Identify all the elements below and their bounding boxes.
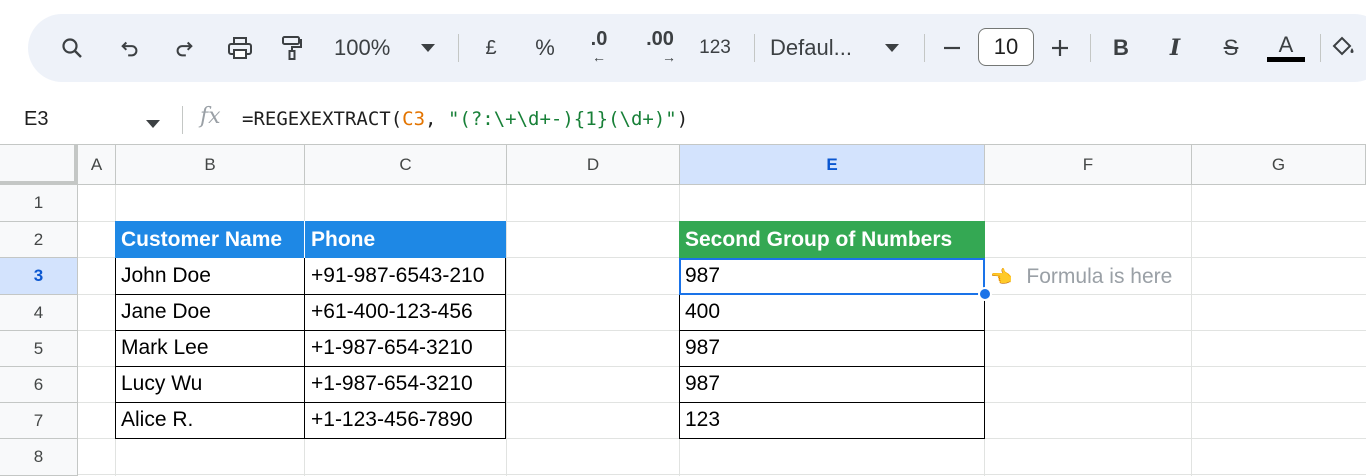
- column-header-a[interactable]: A: [78, 145, 116, 185]
- name-box[interactable]: E3: [24, 108, 48, 131]
- row-header-5[interactable]: 5: [0, 331, 78, 367]
- table1-border: [115, 258, 506, 439]
- text-color-swatch: [1267, 56, 1305, 62]
- toolbar-divider: [754, 34, 755, 62]
- text-color-label: A: [1278, 31, 1294, 57]
- formula-cell-ref: C3: [402, 108, 426, 130]
- italic-button[interactable]: I: [1160, 28, 1190, 68]
- formula-string: "(?:\+\d+-){1}(\d+)": [447, 108, 677, 130]
- increase-decimals-button[interactable]: .00 →: [638, 28, 682, 68]
- toolbar: 100% £ % .0 ← .00 → 123 Defaul... B I S …: [28, 14, 1366, 82]
- font-size-input[interactable]: 10: [978, 28, 1034, 66]
- grid-line: [506, 185, 507, 476]
- redo-icon[interactable]: [164, 28, 204, 68]
- minus-icon[interactable]: [932, 28, 972, 68]
- currency-button[interactable]: £: [478, 28, 504, 68]
- table1-border: [115, 330, 506, 331]
- row-header-7[interactable]: 7: [0, 403, 78, 439]
- number-format-button[interactable]: 123: [692, 28, 738, 68]
- fx-icon: fx: [200, 104, 221, 129]
- search-icon[interactable]: [52, 28, 92, 68]
- row-header-8[interactable]: 8: [0, 439, 78, 476]
- paint-format-icon[interactable]: [272, 28, 312, 68]
- arrow-left-icon: ←: [592, 49, 606, 65]
- bold-button[interactable]: B: [1106, 28, 1136, 68]
- strikethrough-button[interactable]: S: [1216, 28, 1246, 68]
- grid-line: [78, 474, 1366, 475]
- toolbar-divider: [458, 34, 459, 62]
- formula-close: ): [676, 108, 689, 130]
- table1-border: [304, 258, 305, 439]
- decrease-decimals-button[interactable]: .0 ←: [582, 28, 616, 68]
- table1-border: [115, 402, 506, 403]
- row-header-2[interactable]: 2: [0, 222, 78, 258]
- plus-icon[interactable]: [1040, 28, 1080, 68]
- sheet-grid: A B C D E F G 1 2 3 4 5 6 7 8 Customer N…: [0, 145, 1366, 476]
- decrease-decimals-label: .0: [590, 28, 608, 50]
- toolbar-divider: [1090, 34, 1091, 62]
- column-header-e[interactable]: E: [680, 145, 985, 185]
- chevron-down-icon[interactable]: [880, 28, 904, 68]
- toolbar-divider: [924, 34, 925, 62]
- formula-separator: ,: [425, 108, 448, 130]
- active-cell-selection[interactable]: [679, 258, 985, 295]
- toolbar-divider: [1320, 34, 1321, 62]
- print-icon[interactable]: [220, 28, 260, 68]
- increase-decimals-label: .00: [646, 28, 674, 50]
- table-header-customer-name[interactable]: Customer Name: [115, 221, 305, 258]
- row-header-6[interactable]: 6: [0, 367, 78, 403]
- font-family-value: Defaul...: [770, 35, 852, 60]
- pointing-hand-icon: 👈: [990, 266, 1013, 287]
- table1-border: [115, 294, 506, 295]
- column-header-b[interactable]: B: [116, 145, 305, 185]
- table2-border: [679, 366, 985, 367]
- select-all-corner[interactable]: [0, 145, 78, 185]
- zoom-value: 100%: [334, 35, 391, 60]
- formula-bar: E3 fx =REGEXEXTRACT(C3, "(?:\+\d+-){1}(\…: [0, 96, 1366, 145]
- formula-bar-divider: [182, 106, 183, 134]
- arrow-right-icon: →: [662, 49, 676, 65]
- column-header-d[interactable]: D: [507, 145, 680, 185]
- fill-color-icon[interactable]: [1330, 28, 1360, 68]
- chevron-down-icon[interactable]: [146, 115, 160, 133]
- table2-border: [679, 402, 985, 403]
- row-header-4[interactable]: 4: [0, 295, 78, 331]
- table1-border: [115, 366, 506, 367]
- formula-function: =REGEXEXTRACT(: [242, 108, 403, 130]
- chevron-down-icon[interactable]: [416, 28, 440, 68]
- zoom-select[interactable]: 100%: [334, 28, 390, 68]
- formula-note-text: Formula is here: [1026, 265, 1173, 288]
- formula-note: 👈 Formula is here: [990, 259, 1172, 295]
- column-header-f[interactable]: F: [985, 145, 1192, 185]
- formula-input[interactable]: =REGEXEXTRACT(C3, "(?:\+\d+-){1}(\d+)"): [242, 108, 688, 130]
- percent-button[interactable]: %: [532, 28, 558, 68]
- font-family-select[interactable]: Defaul...: [770, 28, 874, 68]
- text-color-button[interactable]: A: [1264, 28, 1308, 68]
- column-header-c[interactable]: C: [305, 145, 507, 185]
- table-header-phone[interactable]: Phone: [305, 221, 506, 258]
- table2-border: [679, 330, 985, 331]
- grid-line: [1191, 185, 1192, 476]
- row-header-3[interactable]: 3: [0, 258, 78, 295]
- row-header-1[interactable]: 1: [0, 185, 78, 222]
- undo-icon[interactable]: [110, 28, 150, 68]
- table-header-second-group[interactable]: Second Group of Numbers: [679, 221, 985, 258]
- column-header-g[interactable]: G: [1192, 145, 1366, 185]
